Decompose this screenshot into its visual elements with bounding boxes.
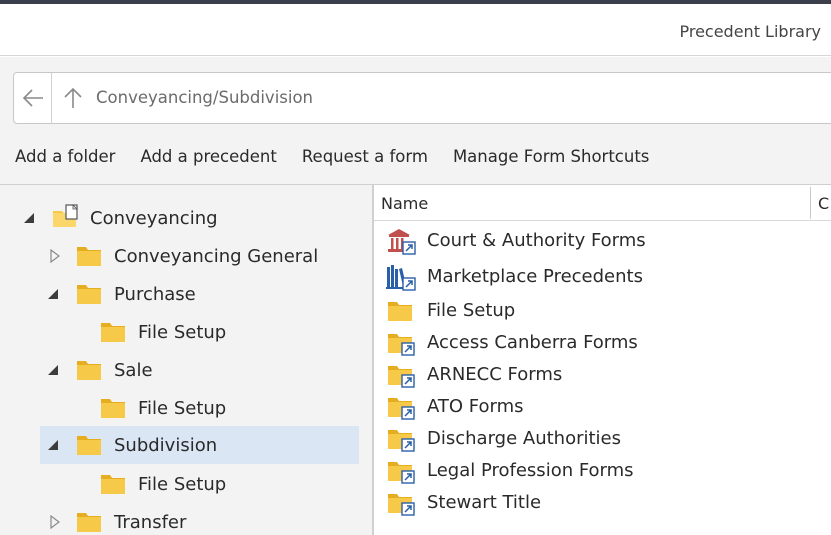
folder-icon [76, 511, 102, 535]
manage-form-shortcuts-button[interactable]: Manage Form Shortcuts [453, 147, 649, 166]
precedent-list: Name C Court & Authority Forms Marketpla… [374, 184, 831, 535]
column-header-name[interactable]: Name [381, 194, 428, 213]
tree-item-conveyancing-general[interactable]: Conveyancing General [0, 237, 372, 275]
action-bar: Add a folder Add a precedent Request a f… [15, 147, 674, 166]
list-item-label: Legal Profession Forms [427, 460, 634, 481]
courthouse-shortcut-icon [386, 227, 416, 255]
address-bar: Conveyancing/Subdivision [13, 72, 831, 124]
folder-icon [100, 397, 126, 423]
folder-shortcut-icon [386, 457, 416, 485]
expanded-arrow-icon[interactable] [46, 438, 60, 452]
folder-shortcut-icon [386, 361, 416, 389]
expanded-arrow-icon[interactable] [22, 211, 36, 225]
list-item-label: Stewart Title [427, 492, 542, 513]
list-item[interactable]: Stewart Title [374, 487, 831, 519]
folder-shortcut-icon [386, 393, 416, 421]
folder-icon [76, 245, 102, 271]
folder-icon [76, 434, 102, 460]
column-header-second[interactable]: C [818, 194, 829, 213]
tree-item-label: Conveyancing [90, 207, 218, 229]
folder-shortcut-icon [386, 329, 416, 357]
back-button[interactable] [14, 73, 52, 123]
list-header: Name C [374, 185, 831, 221]
folder-document-icon [52, 204, 80, 234]
folder-icon [386, 297, 416, 325]
list-item-label: ARNECC Forms [427, 364, 563, 385]
tree-item-label: Transfer [114, 511, 187, 533]
add-precedent-button[interactable]: Add a precedent [140, 147, 276, 166]
tree-item-label: File Setup [138, 473, 227, 495]
tree-item-label: Purchase [114, 283, 196, 305]
column-separator[interactable] [810, 187, 811, 219]
list-item[interactable]: ARNECC Forms [374, 359, 831, 391]
folder-icon [100, 473, 126, 499]
tree-item-subdivision-file-setup[interactable]: File Setup [0, 465, 372, 503]
list-item[interactable]: Legal Profession Forms [374, 455, 831, 487]
title-bar: Precedent Library [0, 4, 831, 56]
tree-item-purchase-file-setup[interactable]: File Setup [0, 313, 372, 351]
list-item-label: ATO Forms [427, 396, 524, 417]
list-item[interactable]: Discharge Authorities [374, 423, 831, 455]
expanded-arrow-icon[interactable] [46, 363, 60, 377]
window-title: Precedent Library [679, 22, 821, 41]
tree-item-sale[interactable]: Sale [0, 351, 372, 389]
address-path[interactable]: Conveyancing/Subdivision [96, 88, 313, 107]
tree-item-conveyancing[interactable]: Conveyancing [0, 199, 372, 237]
tree-item-subdivision[interactable]: Subdivision [40, 426, 359, 464]
toolbar-area: Conveyancing/Subdivision Add a folder Ad… [0, 57, 831, 184]
folder-shortcut-icon [386, 425, 416, 453]
list-item-label: Access Canberra Forms [427, 332, 638, 353]
collapsed-arrow-icon[interactable] [48, 249, 62, 263]
tree-item-purchase[interactable]: Purchase [0, 275, 372, 313]
folder-icon [100, 321, 126, 347]
tree-item-label: File Setup [138, 397, 227, 419]
list-item[interactable]: ATO Forms [374, 391, 831, 423]
list-item-label: Discharge Authorities [427, 428, 621, 449]
list-item[interactable]: Access Canberra Forms [374, 327, 831, 359]
tree-item-sale-file-setup[interactable]: File Setup [0, 389, 372, 427]
list-item[interactable]: Court & Authority Forms [374, 225, 831, 257]
tree-item-label: Sale [114, 359, 153, 381]
expanded-arrow-icon[interactable] [46, 287, 60, 301]
list-item[interactable]: File Setup [374, 295, 831, 327]
tree-item-transfer[interactable]: Transfer [0, 503, 372, 535]
list-item-label: Court & Authority Forms [427, 230, 646, 251]
tree-item-label: Subdivision [114, 434, 218, 456]
list-item[interactable]: Marketplace Precedents [374, 261, 831, 293]
library-books-shortcut-icon [386, 263, 416, 291]
add-folder-button[interactable]: Add a folder [15, 147, 115, 166]
folder-icon [76, 359, 102, 385]
collapsed-arrow-icon[interactable] [48, 515, 62, 529]
list-item-label: File Setup [427, 300, 516, 321]
tree-item-label: File Setup [138, 321, 227, 343]
folder-icon [76, 283, 102, 309]
folder-tree: Conveyancing Conveyancing General Purcha… [0, 184, 372, 535]
request-form-button[interactable]: Request a form [302, 147, 428, 166]
arrow-up-icon [64, 87, 82, 108]
up-button[interactable] [60, 85, 86, 111]
folder-shortcut-icon [386, 489, 416, 517]
arrow-left-icon [22, 89, 43, 107]
list-item-label: Marketplace Precedents [427, 266, 643, 287]
tree-item-label: Conveyancing General [114, 245, 319, 267]
